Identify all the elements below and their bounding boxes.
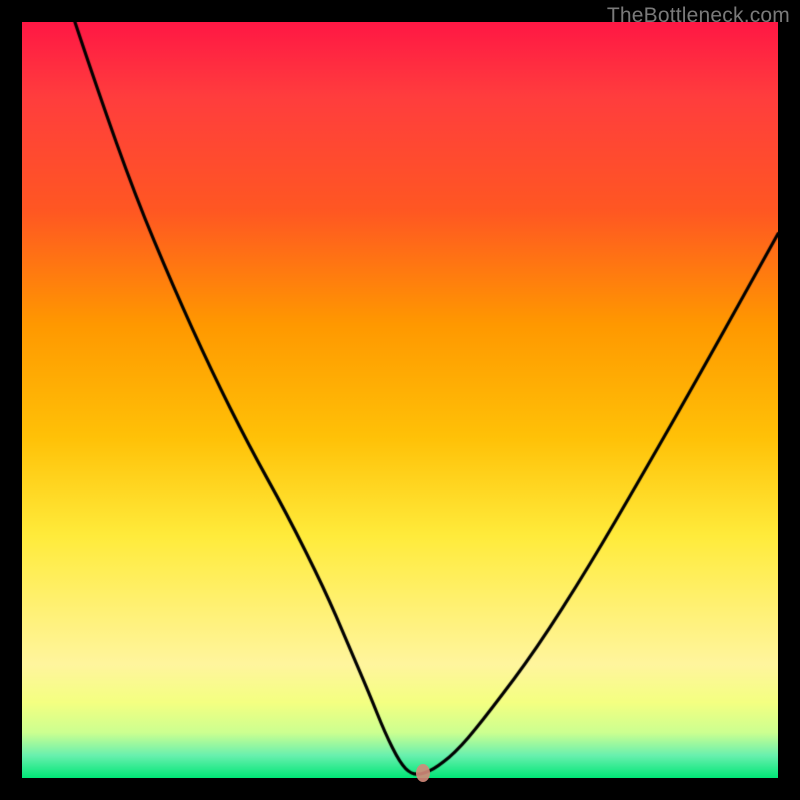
watermark-text: TheBottleneck.com — [607, 4, 790, 28]
curve-canvas — [22, 22, 778, 778]
plot-area — [22, 22, 778, 778]
chart-frame: TheBottleneck.com — [0, 0, 800, 800]
minimum-marker — [416, 764, 430, 782]
